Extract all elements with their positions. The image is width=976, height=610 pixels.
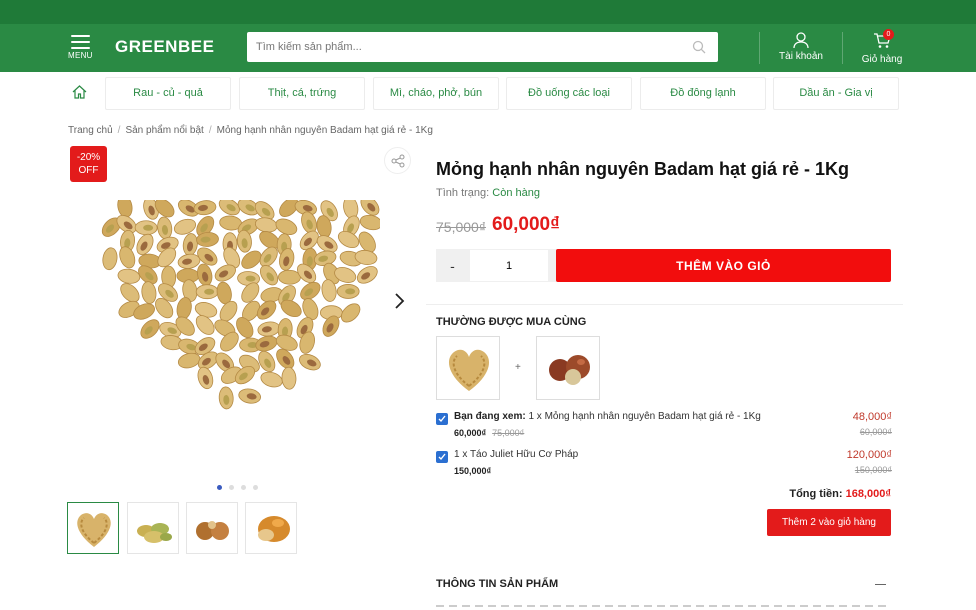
category-nav: Rau - củ - quả Thịt, cá, trứng Mì, cháo,… — [0, 72, 976, 118]
gallery-thumbnail[interactable] — [245, 502, 297, 554]
search-icon[interactable] — [692, 40, 706, 54]
cart-button[interactable]: 0 Giỏ hàng — [860, 29, 904, 65]
stock-status: Tình trạng: Còn hàng — [436, 187, 540, 199]
account-button[interactable]: Tài khoản — [779, 32, 823, 62]
combo-row: 1 x Táo Juliet Hữu Cơ Pháp 150,000₫ 120,… — [436, 449, 892, 479]
bought-together-title: THƯỜNG ĐƯỢC MUA CÙNG — [436, 316, 587, 328]
breadcrumb-separator: / — [117, 125, 121, 136]
combo-unit-price: 150,000₫ — [454, 466, 492, 476]
combo-line-old-price: 60,000₫ — [859, 427, 892, 437]
sale-badge: -20% OFF — [70, 146, 107, 182]
home-icon[interactable] — [71, 84, 88, 100]
combo-unit-price: 60,000₫ — [454, 428, 487, 438]
share-icon — [391, 154, 405, 168]
combo-line-price: 48,000₫ — [852, 411, 892, 423]
combo-item-name[interactable]: 1 x Táo Juliet Hữu Cơ Pháp — [454, 449, 578, 460]
gallery-dot[interactable] — [229, 485, 234, 490]
nut-closeup-thumb — [258, 516, 290, 542]
category-item[interactable]: Rau - củ - quả — [105, 77, 231, 110]
product-title: Mỏng hạnh nhân nguyên Badam hạt giá rẻ -… — [436, 159, 850, 179]
gallery-thumbnail[interactable] — [127, 502, 179, 554]
category-item[interactable]: Mì, cháo, phở, bún — [373, 77, 499, 110]
section-divider — [426, 304, 903, 305]
combo-total: Tổng tiền: 168,000₫ — [789, 488, 891, 500]
gallery-pagination — [217, 477, 265, 495]
breadcrumb-current: Mỏng hạnh nhân nguyên Badam hạt giá rẻ -… — [216, 125, 433, 136]
gallery-dot[interactable] — [217, 485, 222, 490]
pistachio-heart — [101, 200, 380, 410]
combo-plus: + — [515, 362, 521, 373]
category-item[interactable]: Đồ đông lạnh — [640, 77, 766, 110]
search-box — [247, 32, 718, 62]
combo-product-image[interactable] — [536, 336, 600, 400]
combo-line-old-price: 150,000₫ — [854, 465, 892, 475]
category-item[interactable]: Đồ uống các loại — [506, 77, 632, 110]
old-price: 75,000₫ — [436, 219, 487, 235]
pistachio-heart-thumb — [448, 349, 490, 391]
user-icon — [793, 32, 809, 49]
combo-item-name[interactable]: 1 x Mỏng hạnh nhân nguyên Badam hạt giá … — [528, 411, 760, 422]
menu-label: MENU — [68, 51, 93, 60]
checkmark-icon — [438, 415, 446, 423]
sale-badge-off: OFF — [78, 165, 99, 176]
quantity-decrease-button[interactable]: - — [436, 249, 469, 282]
stock-status-value: Còn hàng — [492, 187, 540, 199]
minus-icon[interactable] — [875, 584, 886, 585]
pistachio-pile-thumb — [137, 523, 172, 543]
top-strip — [0, 0, 976, 24]
cart-label: Giỏ hàng — [861, 54, 903, 65]
current-price: 60,000₫ — [492, 214, 560, 235]
gallery-dot[interactable] — [241, 485, 246, 490]
menu-icon — [70, 35, 90, 49]
jujube-fruit-thumb — [549, 355, 590, 385]
site-logo[interactable]: GREENBEE — [115, 37, 214, 57]
combo-checkbox[interactable] — [436, 413, 448, 425]
header-divider — [759, 32, 760, 64]
combo-checkbox[interactable] — [436, 451, 448, 463]
gallery-thumbnail[interactable] — [67, 502, 119, 554]
product-info-title[interactable]: THÔNG TIN SẢN PHẨM — [436, 578, 558, 590]
account-label: Tài khoản — [779, 51, 823, 62]
gallery-dot[interactable] — [253, 485, 258, 490]
combo-unit-old-price: 75,000₫ — [492, 428, 525, 438]
add-to-cart-button[interactable]: THÊM VÀO GIỎ — [556, 249, 891, 282]
category-item[interactable]: Thịt, cá, trứng — [239, 77, 365, 110]
checkmark-icon — [438, 453, 446, 461]
add-combo-to-cart-button[interactable]: Thêm 2 vào giỏ hàng — [767, 509, 891, 536]
combo-line-price: 120,000₫ — [846, 449, 892, 461]
pistachio-heart-thumb — [77, 513, 111, 547]
search-input[interactable] — [247, 32, 667, 62]
category-item[interactable]: Dầu ăn - Gia vị — [773, 77, 899, 110]
chevron-right-icon[interactable] — [393, 292, 405, 310]
cart-count-badge: 0 — [883, 29, 894, 40]
product-info-text-peek — [436, 605, 886, 607]
combo-total-label: Tổng tiền: — [789, 488, 843, 500]
combo-total-value: 168,000₫ — [845, 488, 891, 500]
quantity-input[interactable] — [469, 249, 549, 282]
site-header: MENU GREENBEE Tài khoản 0 Giỏ hàng — [0, 24, 976, 72]
nuts-thumb — [196, 521, 229, 540]
menu-button[interactable]: MENU — [68, 35, 92, 63]
sale-badge-percent: -20% — [76, 152, 101, 163]
product-main-image[interactable] — [100, 200, 380, 440]
gallery-thumbnail[interactable] — [186, 502, 238, 554]
share-button[interactable] — [384, 147, 411, 174]
breadcrumb-separator: / — [208, 125, 212, 136]
breadcrumb-category[interactable]: Sản phẩm nổi bật — [125, 125, 203, 136]
breadcrumb-home[interactable]: Trang chủ — [68, 125, 113, 136]
combo-product-image[interactable] — [436, 336, 500, 400]
breadcrumb: Trang chủ / Sản phẩm nổi bật / Mỏng hạnh nhâ… — [68, 125, 433, 136]
stock-status-label: Tình trạng: — [436, 187, 490, 199]
combo-viewing-prefix: Bạn đang xem: — [454, 411, 526, 422]
header-divider — [842, 32, 843, 64]
combo-row: Bạn đang xem: 1 x Mỏng hạnh nhân nguyên … — [436, 411, 892, 441]
